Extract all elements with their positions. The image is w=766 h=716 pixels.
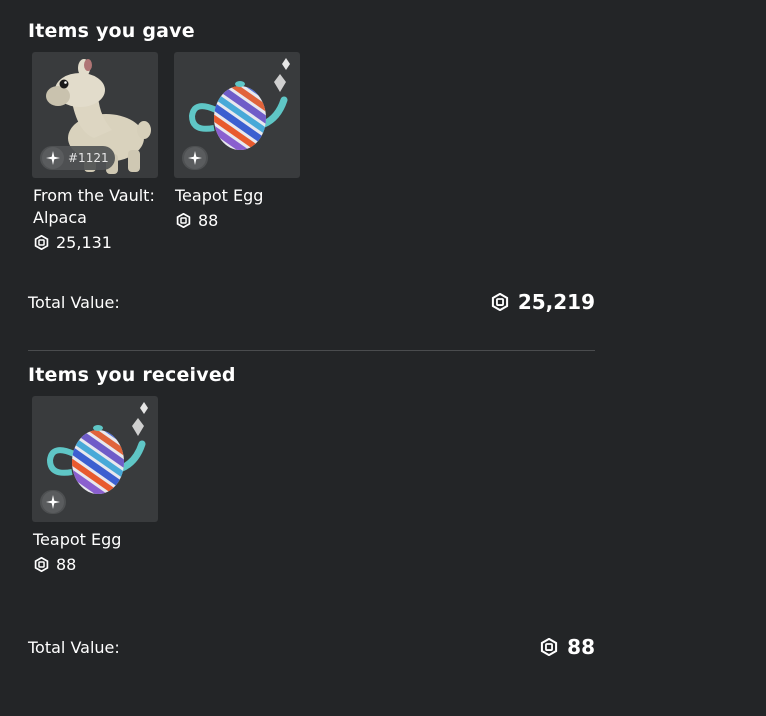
item-thumbnail[interactable] (174, 52, 300, 178)
gave-item-card-alpaca[interactable]: #1121 From the Vault: Alpaca 25,131 (32, 52, 158, 252)
total-amount: 25,219 (517, 290, 595, 314)
robux-icon (34, 235, 49, 250)
limited-badge (40, 490, 66, 514)
price-value: 88 (198, 211, 219, 230)
received-section-title: Items you received (28, 364, 236, 386)
received-total-row: Total Value: 88 (28, 635, 595, 659)
item-price: 88 (174, 211, 300, 230)
limited-icon (184, 147, 206, 169)
total-value: 25,219 (491, 290, 595, 314)
total-label: Total Value: (28, 637, 120, 657)
gave-item-card-teapot-egg[interactable]: Teapot Egg 88 (174, 52, 300, 230)
received-item-card-teapot-egg[interactable]: Teapot Egg 88 (32, 396, 158, 574)
price-value: 88 (56, 555, 77, 574)
price-value: 25,131 (56, 233, 112, 252)
robux-icon (176, 213, 191, 228)
item-name[interactable]: Teapot Egg (32, 529, 158, 551)
limited-icon (42, 491, 64, 513)
robux-icon (34, 557, 49, 572)
total-value: 88 (540, 635, 595, 659)
gave-total-row: Total Value: 25,219 (28, 290, 595, 314)
item-name[interactable]: Teapot Egg (174, 185, 300, 207)
robux-icon (491, 293, 508, 311)
robux-icon (541, 638, 558, 656)
limited-badge: #1121 (40, 146, 115, 170)
item-thumbnail[interactable]: #1121 (32, 52, 158, 178)
limited-icon (42, 147, 64, 169)
item-thumbnail[interactable] (32, 396, 158, 522)
item-price: 88 (32, 555, 158, 574)
item-price: 25,131 (32, 233, 158, 252)
item-name[interactable]: From the Vault: Alpaca (32, 185, 158, 229)
total-label: Total Value: (28, 292, 120, 312)
gave-section-title: Items you gave (28, 20, 195, 42)
limited-badge (182, 146, 208, 170)
total-amount: 88 (567, 635, 595, 659)
serial-number: #1121 (68, 151, 109, 165)
section-divider (28, 350, 595, 351)
